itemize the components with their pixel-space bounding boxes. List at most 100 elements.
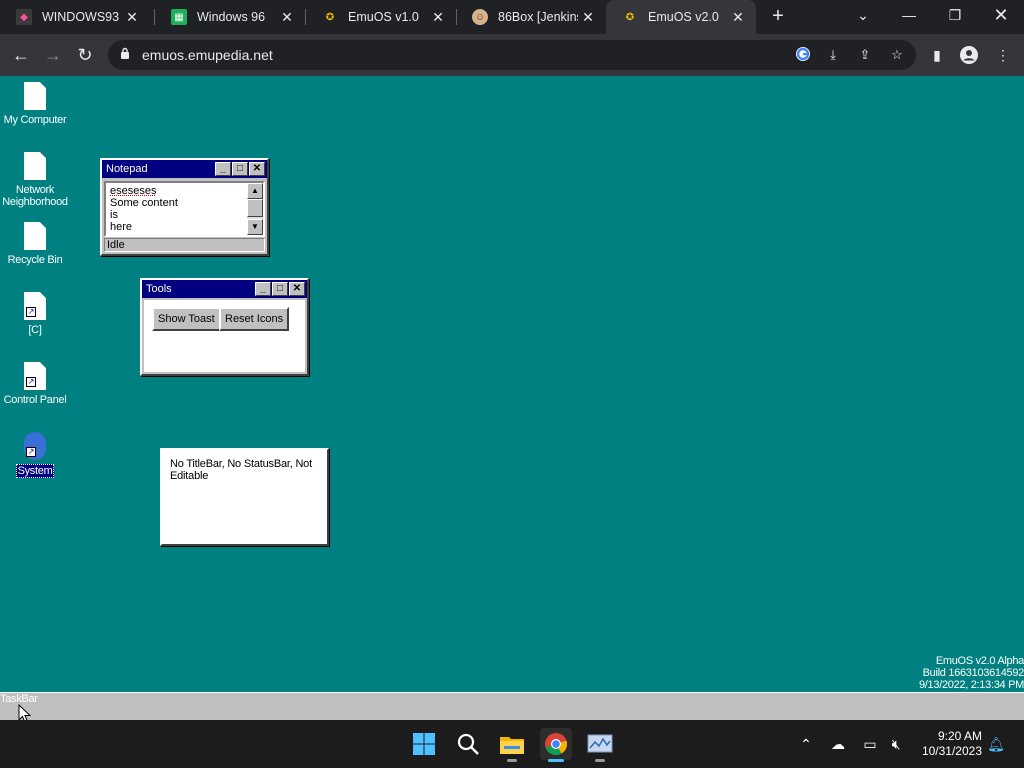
tab-close-icon[interactable]: ✕ [277,9,297,26]
document-icon [24,222,46,250]
notepad-text-area[interactable]: eseseses Some content is here ▲ ▼ [104,181,265,237]
share-icon[interactable]: ⇪ [856,46,874,64]
status-text: Idle [107,239,125,251]
reset-icons-button[interactable]: Reset Icons [219,307,290,331]
chrome-taskbar-button[interactable] [540,728,572,762]
notepad-window[interactable]: Notepad _ □ ✕ eseseses Some content is h… [100,158,269,256]
minimize-window-button[interactable]: — [886,0,932,34]
reload-icon[interactable]: ↻ [72,42,98,68]
bookmark-star-icon[interactable]: ☆ [888,46,906,64]
tab-title: EmuOS v2.0 [648,10,719,24]
side-panel-icon[interactable]: ▮ [928,46,946,64]
browser-toolbar: ← → ↻ emuos.emupedia.net ⤓ ⇪ ☆ ▮ ⋮ [0,34,1024,76]
shortcut-document-icon: ↗ [24,362,46,390]
desktop-icon-c-drive[interactable]: ↗ [C] [0,292,70,336]
emuos-favicon-icon: ✪ [325,11,335,23]
url-text: emuos.emupedia.net [142,47,273,63]
desktop-icon-system[interactable]: ↗ System [0,432,70,478]
close-icon[interactable]: ✕ [249,162,265,176]
tools-title-bar[interactable]: Tools _ □ ✕ [142,280,307,298]
close-icon[interactable]: ✕ [289,282,305,296]
tab-emuos-v1[interactable]: ✪ EmuOS v1.0 ✕ [306,0,456,34]
desktop-icon-control-panel[interactable]: ↗ Control Panel [0,362,70,406]
tab-windows96[interactable]: ▦ Windows 96 ✕ [155,0,305,34]
address-bar[interactable]: emuos.emupedia.net ⤓ ⇪ ☆ [108,40,916,70]
active-indicator [548,759,564,762]
scroll-down-arrow-icon[interactable]: ▼ [247,219,263,235]
tab-emuos-v2[interactable]: ✪ EmuOS v2.0 ✕ [606,0,756,34]
notepad-line: eseseses [110,185,157,197]
lock-icon [121,47,129,59]
icon-label: System [15,464,55,478]
maximize-icon[interactable]: □ [232,162,248,176]
file-explorer-button[interactable] [496,728,528,762]
back-arrow-icon[interactable]: ← [8,42,34,68]
running-indicator [595,759,605,762]
tab-close-icon[interactable]: ✕ [728,9,748,26]
tools-window[interactable]: Tools _ □ ✕ Show Toast Reset Icons [140,278,309,376]
desktop-icon-my-computer[interactable]: My Computer [0,82,70,126]
google-lens-icon[interactable] [794,46,812,64]
document-icon [24,152,46,180]
version-line: Build 1663103614592 [922,667,1024,679]
profile-avatar-icon[interactable] [960,46,978,64]
scroll-up-arrow-icon[interactable]: ▲ [247,183,263,199]
version-info: EmuOS v2.0 Alpha Build 1663103614592 9/1… [919,655,1024,691]
chrome-icon [545,733,568,756]
minimize-icon[interactable]: _ [215,162,231,176]
clock-time: 9:20 AM [937,729,982,743]
plain-window-text: No TitleBar, No StatusBar, Not Editable [170,458,312,482]
show-hidden-icons-chevron-icon[interactable]: ⌃ [796,734,816,754]
clock-date: 10/31/2023 [921,744,982,758]
tab-windows93[interactable]: ◆ WINDOWS93 ✕ [0,0,150,34]
tools-content: Show Toast Reset Icons [144,300,305,372]
onedrive-cloud-icon[interactable]: ☁ [828,734,848,754]
version-line: EmuOS v2.0 Alpha [935,655,1024,667]
tab-86box[interactable]: ☺ 86Box [Jenkins] ✕ [456,0,606,34]
volume-muted-icon[interactable]: 🔇︎ [886,734,906,754]
new-tab-button[interactable]: + [766,4,790,28]
system-clock[interactable]: 9:20 AM 10/31/2023 [922,729,982,759]
emuos-desktop[interactable]: My Computer Network Neighborhood Recycle… [0,76,1024,692]
search-icon [457,733,479,755]
desktop-icon-network-neighborhood[interactable]: Network Neighborhood [0,152,70,208]
tab-search-chevron-icon[interactable]: ⌄ [840,0,886,34]
minimize-icon[interactable]: _ [255,282,271,296]
running-indicator [507,759,517,762]
document-icon [24,82,46,110]
close-window-button[interactable]: ✕ [978,0,1024,34]
notepad-line: Some content [110,197,178,209]
windows-logo-icon [413,733,435,755]
monitor-app-button[interactable] [584,728,616,762]
chrome-menu-icon[interactable]: ⋮ [994,46,1012,64]
plain-window[interactable]: No TitleBar, No StatusBar, Not Editable [160,448,329,546]
performance-monitor-icon [587,734,613,753]
restore-window-button[interactable]: ❐ [932,0,978,34]
network-icon[interactable]: ▭ [860,734,880,754]
windows-taskbar: ⌃ ☁ ▭ 🔇︎ 9:20 AM 10/31/2023 🔔︎ [0,720,1024,768]
tab-close-icon[interactable]: ✕ [122,9,142,26]
shortcut-document-icon: ↗ [24,432,46,460]
tab-close-icon[interactable]: ✕ [578,9,598,26]
show-toast-button[interactable]: Show Toast [152,307,221,331]
emuos-taskbar[interactable]: TaskBar [0,692,1024,720]
tab-title: 86Box [Jenkins] [498,10,578,24]
desktop-icon-recycle-bin[interactable]: Recycle Bin [0,222,70,266]
forward-arrow-icon[interactable]: → [40,42,66,68]
folder-icon [500,737,524,754]
notification-bell-icon[interactable]: 🔔︎ [986,734,1006,754]
tab-close-icon[interactable]: ✕ [428,9,448,26]
maximize-icon[interactable]: □ [272,282,288,296]
notepad-title-bar[interactable]: Notepad _ □ ✕ [102,160,267,178]
tab-strip: ◆ WINDOWS93 ✕ ▦ Windows 96 ✕ ✪ EmuOS v1.… [0,0,1024,34]
notepad-line: is [110,209,118,221]
notepad-scrollbar[interactable]: ▲ ▼ [247,183,263,235]
start-button[interactable] [408,728,440,760]
icon-label: Network Neighborhood [2,184,68,208]
window-title: Notepad [106,163,148,175]
search-button[interactable] [452,728,484,760]
install-app-icon[interactable]: ⤓ [824,46,842,64]
icon-label: [C] [28,324,42,336]
scroll-thumb[interactable] [247,199,263,217]
windows96-favicon-icon: ▦ [171,9,187,25]
